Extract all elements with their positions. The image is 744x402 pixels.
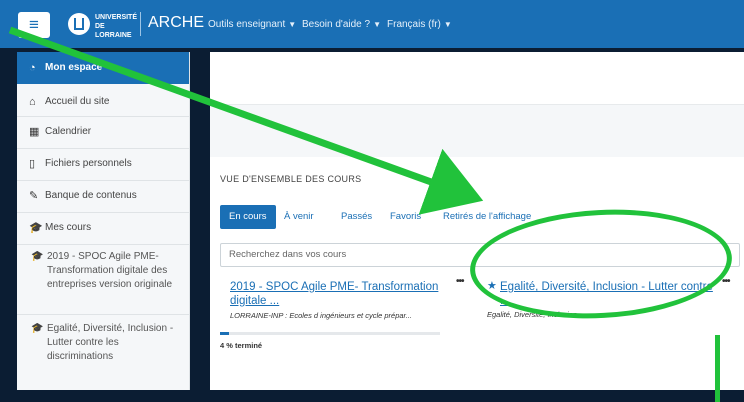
annotation-arrow-icon [8, 26, 484, 215]
